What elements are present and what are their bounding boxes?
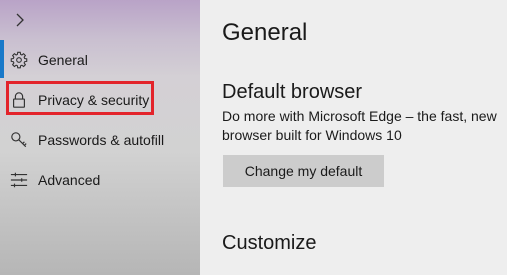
- sidebar-item-general[interactable]: General: [0, 43, 200, 77]
- lock-icon: [13, 92, 25, 108]
- default-browser-description: Do more with Microsoft Edge – the fast, …: [222, 108, 497, 143]
- sidebar-item-advanced[interactable]: Advanced: [0, 163, 200, 197]
- main-panel: General Default browser Do more with Mic…: [200, 0, 507, 275]
- chevron-right-icon: [16, 13, 24, 27]
- change-default-button[interactable]: Change my default: [223, 155, 384, 187]
- sidebar-item-label: Advanced: [38, 172, 101, 188]
- sidebar-item-label: General: [38, 52, 88, 68]
- sliders-icon: [10, 172, 28, 188]
- sidebar-item-label: Privacy & security: [38, 92, 150, 108]
- page-title: General: [222, 19, 308, 46]
- sidebar: General Privacy & security Passwords & a…: [0, 0, 200, 275]
- expand-button[interactable]: [8, 8, 32, 32]
- gear-icon: [10, 51, 28, 69]
- section-heading-customize: Customize: [222, 232, 317, 254]
- sidebar-item-label: Passwords & autofill: [38, 132, 165, 148]
- sidebar-item-passwords-autofill[interactable]: Passwords & autofill: [0, 123, 200, 157]
- key-icon: [11, 132, 27, 148]
- sidebar-item-privacy-security[interactable]: Privacy & security: [0, 83, 200, 117]
- section-heading-default-browser: Default browser: [222, 81, 363, 103]
